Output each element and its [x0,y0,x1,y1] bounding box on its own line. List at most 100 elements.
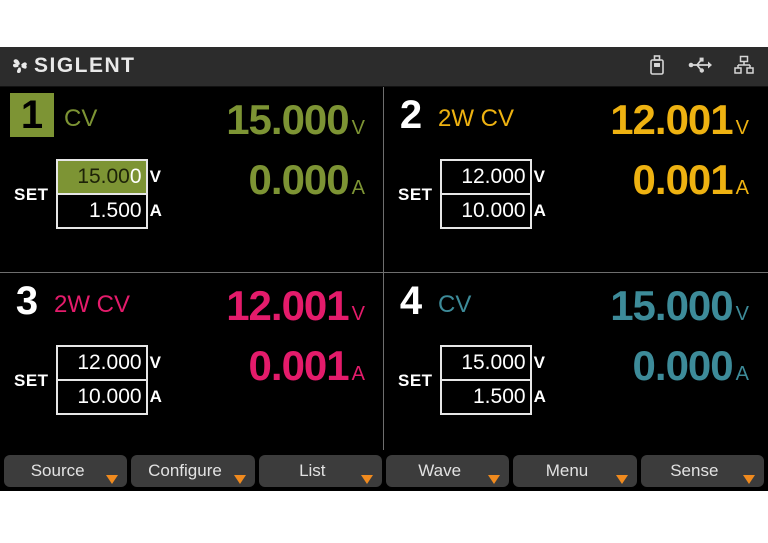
brand-logo: SIGLENT [10,54,136,78]
channel-mode-2: 2W CV [438,105,515,132]
bottom-toolbar: Source Configure List Wave Menu Sense [0,451,768,491]
set-current-field-2[interactable]: 10.000 A [442,195,546,227]
set-current-value-3: 10.000 [77,385,142,408]
channel-mode-4: CV [438,291,472,318]
set-block-2: SET 12.000 V 10.000 A [398,159,546,229]
channel-header-3: 3 2W CV [10,279,130,323]
channel-mode-1: CV [64,105,98,132]
readouts-3: 12.001 V 0.001 A [155,283,365,389]
toolbar-button-menu[interactable]: Menu [513,455,637,487]
measured-current-value-2: 0.001 [632,156,734,203]
measured-voltage-1: 15.000 V [155,97,365,143]
measured-current-4: 0.000 A [539,343,749,389]
toolbar-button-source-label: Source [30,461,85,480]
toolbar-button-sense-label: Sense [670,461,719,480]
toolbar-button-source[interactable]: Source [4,455,128,487]
set-label-4: SET [398,371,433,390]
set-voltage-field-4[interactable]: 15.000 V [441,347,545,381]
chevron-down-icon [233,475,246,484]
toolbar-button-sense[interactable]: Sense [640,455,764,487]
readouts-2: 12.001 V 0.001 A [539,97,749,203]
set-label-2: SET [398,185,433,204]
channel-header-2: 2 2W CV [394,93,514,137]
brand-name: SIGLENT [34,54,136,77]
usb-flash-drive-icon [648,55,666,75]
readouts-1: 15.000 V 0.000 A [155,97,365,203]
set-voltage-value-4: 15.000 [461,351,526,374]
set-current-value-4: 1.500 [473,385,526,408]
set-block-4: SET 15.000 V 1.500 A [398,345,546,415]
channel-number-1: 1 [10,93,54,137]
set-box-1: 15.000 V 1.500 A [55,159,162,229]
measured-voltage-unit-3: V [351,303,365,325]
lan-network-icon [734,55,754,75]
chevron-down-icon [742,475,755,484]
set-voltage-value-3: 12.000 [77,351,142,374]
measured-voltage-unit-1: V [351,117,365,139]
toolbar-button-wave[interactable]: Wave [385,455,510,487]
set-label-3: SET [14,371,49,390]
measured-current-unit-1: A [351,177,365,199]
measured-current-value-3: 0.001 [248,342,350,389]
set-voltage-field-3[interactable]: 12.000 V [57,347,161,381]
measured-voltage-unit-2: V [735,117,749,139]
channel-panel-2[interactable]: 2 2W CV SET 12.000 V 10.000 A 12.001 V 0… [384,87,767,272]
toolbar-button-menu-label: Menu [545,461,589,480]
measured-voltage-value-1: 15.000 [226,96,349,143]
set-block-3: SET 12.000 V 10.000 A [14,345,162,415]
channel-number-2: 2 [399,93,423,137]
channel-mode-3: 2W CV [54,291,131,318]
set-box-3: 12.000 V 10.000 A [55,345,162,415]
set-current-field-4[interactable]: 1.500 A [442,381,546,413]
measured-current-unit-2: A [735,177,749,199]
measured-voltage-4: 15.000 V [539,283,749,329]
set-current-value-1: 1.500 [89,199,142,222]
measured-current-value-1: 0.000 [248,156,350,203]
toolbar-button-list[interactable]: List [258,455,382,487]
chevron-down-icon [488,475,501,484]
toolbar-button-configure-label: Configure [148,461,222,480]
toolbar-button-wave-label: Wave [418,461,462,480]
channel-number-3: 3 [15,279,39,323]
instrument-screen: SIGLENT 1 CV SET 15.000 V 1.500 A 15.000… [0,47,768,491]
usb-connector-icon [688,55,712,75]
toolbar-button-configure[interactable]: Configure [131,455,255,487]
set-voltage-field-1[interactable]: 15.000 V [57,161,161,195]
chevron-down-icon [106,475,119,484]
channel-header-4: 4 CV [394,279,471,323]
chevron-down-icon [360,475,373,484]
measured-current-unit-4: A [735,363,749,385]
measured-current-unit-3: A [351,363,365,385]
measured-voltage-unit-4: V [735,303,749,325]
measured-current-value-4: 0.000 [632,342,734,389]
edit-cursor-digit: 0 [129,165,142,188]
toolbar-button-list-label: List [299,461,326,480]
set-voltage-value-1: 15.000 [77,165,142,188]
set-current-field-1[interactable]: 1.500 A [58,195,162,227]
chevron-down-icon [615,475,628,484]
set-voltage-value-2: 12.000 [461,165,526,188]
set-current-value-2: 10.000 [461,199,526,222]
set-voltage-field-2[interactable]: 12.000 V [441,161,545,195]
measured-current-2: 0.001 A [539,157,749,203]
set-box-4: 15.000 V 1.500 A [439,345,546,415]
measured-voltage-value-2: 12.001 [610,96,733,143]
set-box-2: 12.000 V 10.000 A [439,159,546,229]
channel-grid: 1 CV SET 15.000 V 1.500 A 15.000 V 0.000… [0,87,768,450]
measured-voltage-value-4: 15.000 [610,282,733,329]
channel-panel-1[interactable]: 1 CV SET 15.000 V 1.500 A 15.000 V 0.000… [0,87,383,272]
measured-current-3: 0.001 A [155,343,365,389]
readouts-4: 15.000 V 0.000 A [539,283,749,389]
set-label-1: SET [14,185,49,204]
measured-current-1: 0.000 A [155,157,365,203]
channel-panel-4[interactable]: 4 CV SET 15.000 V 1.500 A 15.000 V 0.000… [384,273,767,458]
title-bar: SIGLENT [0,47,768,87]
channel-panel-3[interactable]: 3 2W CV SET 12.000 V 10.000 A 12.001 V 0… [0,273,383,458]
channel-number-4: 4 [399,279,423,323]
measured-voltage-2: 12.001 V [539,97,749,143]
measured-voltage-3: 12.001 V [155,283,365,329]
set-block-1: SET 15.000 V 1.500 A [14,159,162,229]
set-current-field-3[interactable]: 10.000 A [58,381,162,413]
status-icon-group [648,55,754,75]
channel-header-1: 1 CV [10,93,97,137]
